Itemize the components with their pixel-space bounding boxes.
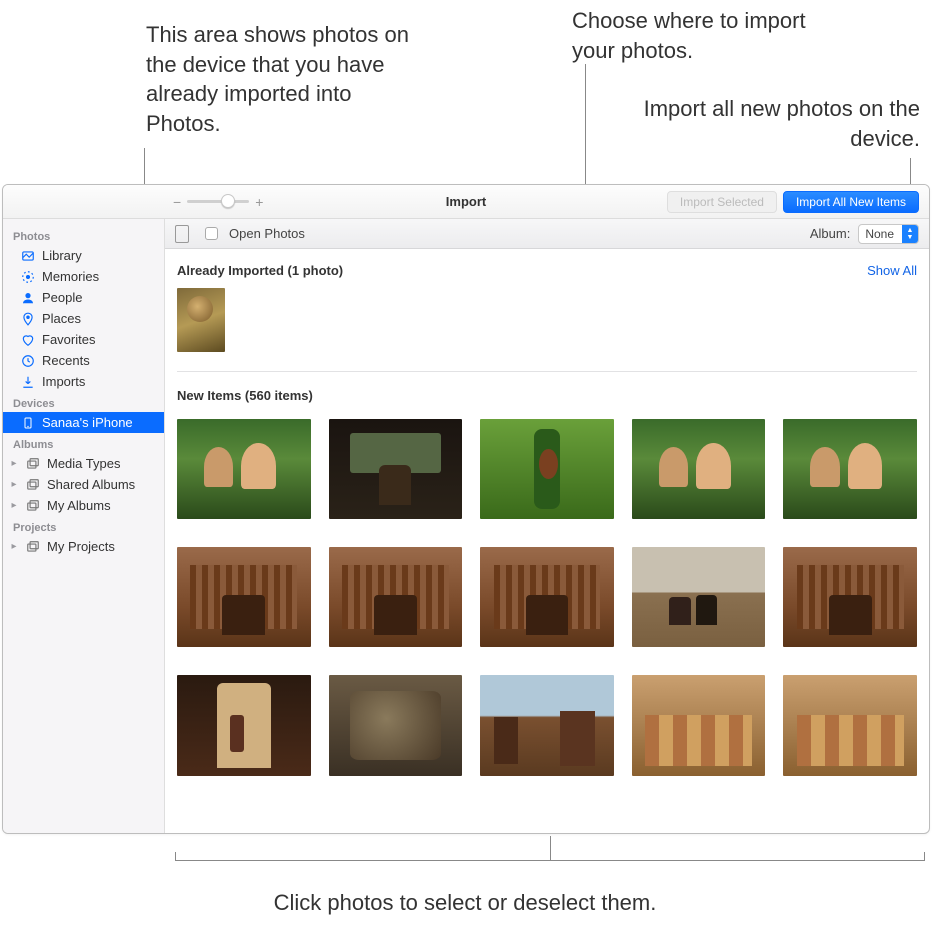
stack-icon <box>26 540 40 554</box>
photo-thumbnail[interactable] <box>783 547 917 647</box>
photo-thumbnail[interactable] <box>329 419 463 519</box>
sidebar-item-label: Favorites <box>42 332 95 347</box>
disclosure-triangle-icon[interactable]: ▸ <box>9 458 19 469</box>
sidebar-heading-projects: Projects <box>3 516 164 536</box>
open-photos-label: Open Photos <box>229 226 305 241</box>
photos-import-window: − + Import Import Selected Import All Ne… <box>2 184 930 834</box>
callout-leader <box>924 852 925 860</box>
import-selected-button[interactable]: Import Selected <box>667 191 777 213</box>
device-icon <box>175 225 189 243</box>
clock-icon <box>21 354 35 368</box>
photo-thumbnail[interactable] <box>632 547 766 647</box>
sidebar: Photos Library Memories People <box>3 219 165 833</box>
sidebar-item-label: Places <box>42 311 81 326</box>
sidebar-item-label: Sanaa's iPhone <box>42 415 133 430</box>
main-content: Open Photos Album: None ▲▼ Already Impor… <box>165 219 929 833</box>
callout-import-all: Import all new photos on the device. <box>600 94 920 153</box>
sidebar-item-places[interactable]: Places <box>3 308 164 329</box>
sidebar-item-label: Recents <box>42 353 90 368</box>
stack-icon <box>26 499 40 513</box>
people-icon <box>21 291 35 305</box>
album-label: Album: <box>810 226 850 241</box>
photo-thumbnail[interactable] <box>783 419 917 519</box>
toolbar: − + Import Import Selected Import All Ne… <box>3 185 929 219</box>
open-photos-checkbox[interactable] <box>205 227 218 240</box>
sidebar-item-favorites[interactable]: Favorites <box>3 329 164 350</box>
photo-thumbnail[interactable] <box>783 675 917 775</box>
album-select-value: None <box>859 227 900 241</box>
photo-thumbnail[interactable] <box>329 547 463 647</box>
photo-thumbnail[interactable] <box>177 288 225 352</box>
callout-leader <box>550 836 551 860</box>
slider-track[interactable] <box>187 200 249 203</box>
sidebar-item-label: People <box>42 290 82 305</box>
zoom-in-icon: + <box>255 194 263 210</box>
stack-icon <box>26 457 40 471</box>
slider-thumb[interactable] <box>221 194 235 208</box>
sidebar-item-label: Imports <box>42 374 85 389</box>
sidebar-heading-albums: Albums <box>3 433 164 453</box>
sidebar-item-label: My Projects <box>47 539 115 554</box>
callout-already-imported-area: This area shows photos on the device tha… <box>146 20 426 139</box>
section-title: New Items (560 items) <box>177 388 313 403</box>
disclosure-triangle-icon[interactable]: ▸ <box>9 541 19 552</box>
section-divider <box>177 371 917 372</box>
sidebar-item-shared-albums[interactable]: ▸ Shared Albums <box>3 474 164 495</box>
sidebar-item-device[interactable]: Sanaa's iPhone <box>3 412 164 433</box>
memories-icon <box>21 270 35 284</box>
sidebar-item-label: Shared Albums <box>47 477 135 492</box>
sidebar-heading-devices: Devices <box>3 392 164 412</box>
callout-leader <box>175 860 925 861</box>
section-title: Already Imported (1 photo) <box>177 263 343 278</box>
import-options-bar: Open Photos Album: None ▲▼ <box>165 219 929 249</box>
sidebar-item-label: Library <box>42 248 82 263</box>
sidebar-item-library[interactable]: Library <box>3 245 164 266</box>
iphone-icon <box>21 416 35 430</box>
photo-thumbnail[interactable] <box>632 419 766 519</box>
disclosure-triangle-icon[interactable]: ▸ <box>9 479 19 490</box>
photo-thumbnail[interactable] <box>177 547 311 647</box>
sidebar-item-memories[interactable]: Memories <box>3 266 164 287</box>
zoom-out-icon: − <box>173 194 181 210</box>
stack-icon <box>26 478 40 492</box>
already-imported-header: Already Imported (1 photo) Show All <box>177 257 917 288</box>
sidebar-item-recents[interactable]: Recents <box>3 350 164 371</box>
toolbar-title: Import <box>446 194 486 209</box>
sidebar-item-my-albums[interactable]: ▸ My Albums <box>3 495 164 516</box>
sidebar-item-label: Memories <box>42 269 99 284</box>
new-items-grid <box>177 413 917 782</box>
show-all-link[interactable]: Show All <box>867 263 917 278</box>
album-select[interactable]: None ▲▼ <box>858 224 919 244</box>
disclosure-triangle-icon[interactable]: ▸ <box>9 500 19 511</box>
already-imported-thumbnails <box>177 288 917 357</box>
photo-thumbnail[interactable] <box>177 419 311 519</box>
photo-thumbnail[interactable] <box>480 547 614 647</box>
callout-leader <box>175 852 176 860</box>
callout-select-photos: Click photos to select or deselect them. <box>250 888 680 918</box>
photo-thumbnail[interactable] <box>480 675 614 775</box>
sidebar-item-media-types[interactable]: ▸ Media Types <box>3 453 164 474</box>
select-arrows-icon: ▲▼ <box>902 225 918 243</box>
import-all-new-items-button[interactable]: Import All New Items <box>783 191 919 213</box>
thumbnail-zoom-slider[interactable]: − + <box>173 194 263 210</box>
sidebar-item-my-projects[interactable]: ▸ My Projects <box>3 536 164 557</box>
library-icon <box>21 249 35 263</box>
sidebar-item-label: My Albums <box>47 498 111 513</box>
sidebar-item-imports[interactable]: Imports <box>3 371 164 392</box>
sidebar-heading-photos: Photos <box>3 225 164 245</box>
photo-thumbnail[interactable] <box>329 675 463 775</box>
callout-album-chooser: Choose where to import your photos. <box>572 6 832 65</box>
photo-thumbnail[interactable] <box>632 675 766 775</box>
photo-thumbnail[interactable] <box>480 419 614 519</box>
heart-icon <box>21 333 35 347</box>
new-items-header: New Items (560 items) <box>177 382 917 413</box>
import-scroll-area[interactable]: Already Imported (1 photo) Show All New … <box>165 249 929 833</box>
sidebar-item-people[interactable]: People <box>3 287 164 308</box>
photo-thumbnail[interactable] <box>177 675 311 775</box>
download-icon <box>21 375 35 389</box>
sidebar-item-label: Media Types <box>47 456 120 471</box>
places-icon <box>21 312 35 326</box>
